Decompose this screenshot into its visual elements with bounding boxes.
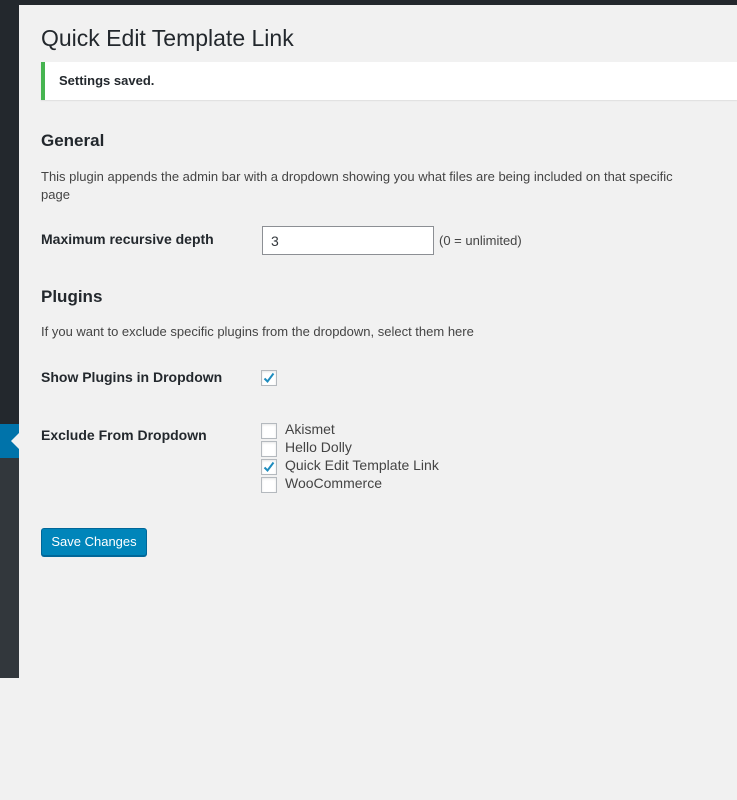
plugins-heading: Plugins	[41, 287, 103, 306]
admin-sidebar	[0, 0, 19, 678]
show-plugins-checkbox[interactable]	[261, 370, 277, 386]
check-icon	[263, 372, 275, 384]
show-plugins-label: Show Plugins in Dropdown	[41, 369, 223, 385]
main-content: Quick Edit Template Link Settings saved.…	[19, 5, 737, 800]
plugins-description: If you want to exclude specific plugins …	[41, 324, 474, 339]
general-heading: General	[41, 131, 105, 150]
exclude-hello-dolly-checkbox[interactable]	[261, 441, 277, 457]
general-description: This plugin appends the admin bar with a…	[41, 169, 673, 202]
exclude-akismet-checkbox[interactable]	[261, 423, 277, 439]
exclude-option-label: Quick Edit Template Link	[285, 457, 439, 473]
exclude-quick-edit-template-link-checkbox[interactable]	[261, 459, 277, 475]
recursive-depth-input[interactable]	[262, 226, 434, 255]
save-changes-button[interactable]: Save Changes	[41, 528, 147, 556]
settings-saved-notice: Settings saved.	[41, 62, 737, 100]
page-title: Quick Edit Template Link	[41, 25, 294, 51]
exclude-option-label: WooCommerce	[285, 475, 382, 491]
exclude-option-label: Hello Dolly	[285, 439, 352, 455]
exclude-option-label: Akismet	[285, 421, 335, 437]
depth-hint: (0 = unlimited)	[439, 233, 522, 248]
sidebar-submenu	[0, 458, 19, 678]
menu-current-arrow-icon	[11, 433, 19, 449]
exclude-label: Exclude From Dropdown	[41, 427, 207, 443]
notice-text: Settings saved.	[59, 73, 155, 88]
check-icon	[263, 461, 275, 473]
exclude-woocommerce-checkbox[interactable]	[261, 477, 277, 493]
depth-label: Maximum recursive depth	[41, 231, 214, 247]
